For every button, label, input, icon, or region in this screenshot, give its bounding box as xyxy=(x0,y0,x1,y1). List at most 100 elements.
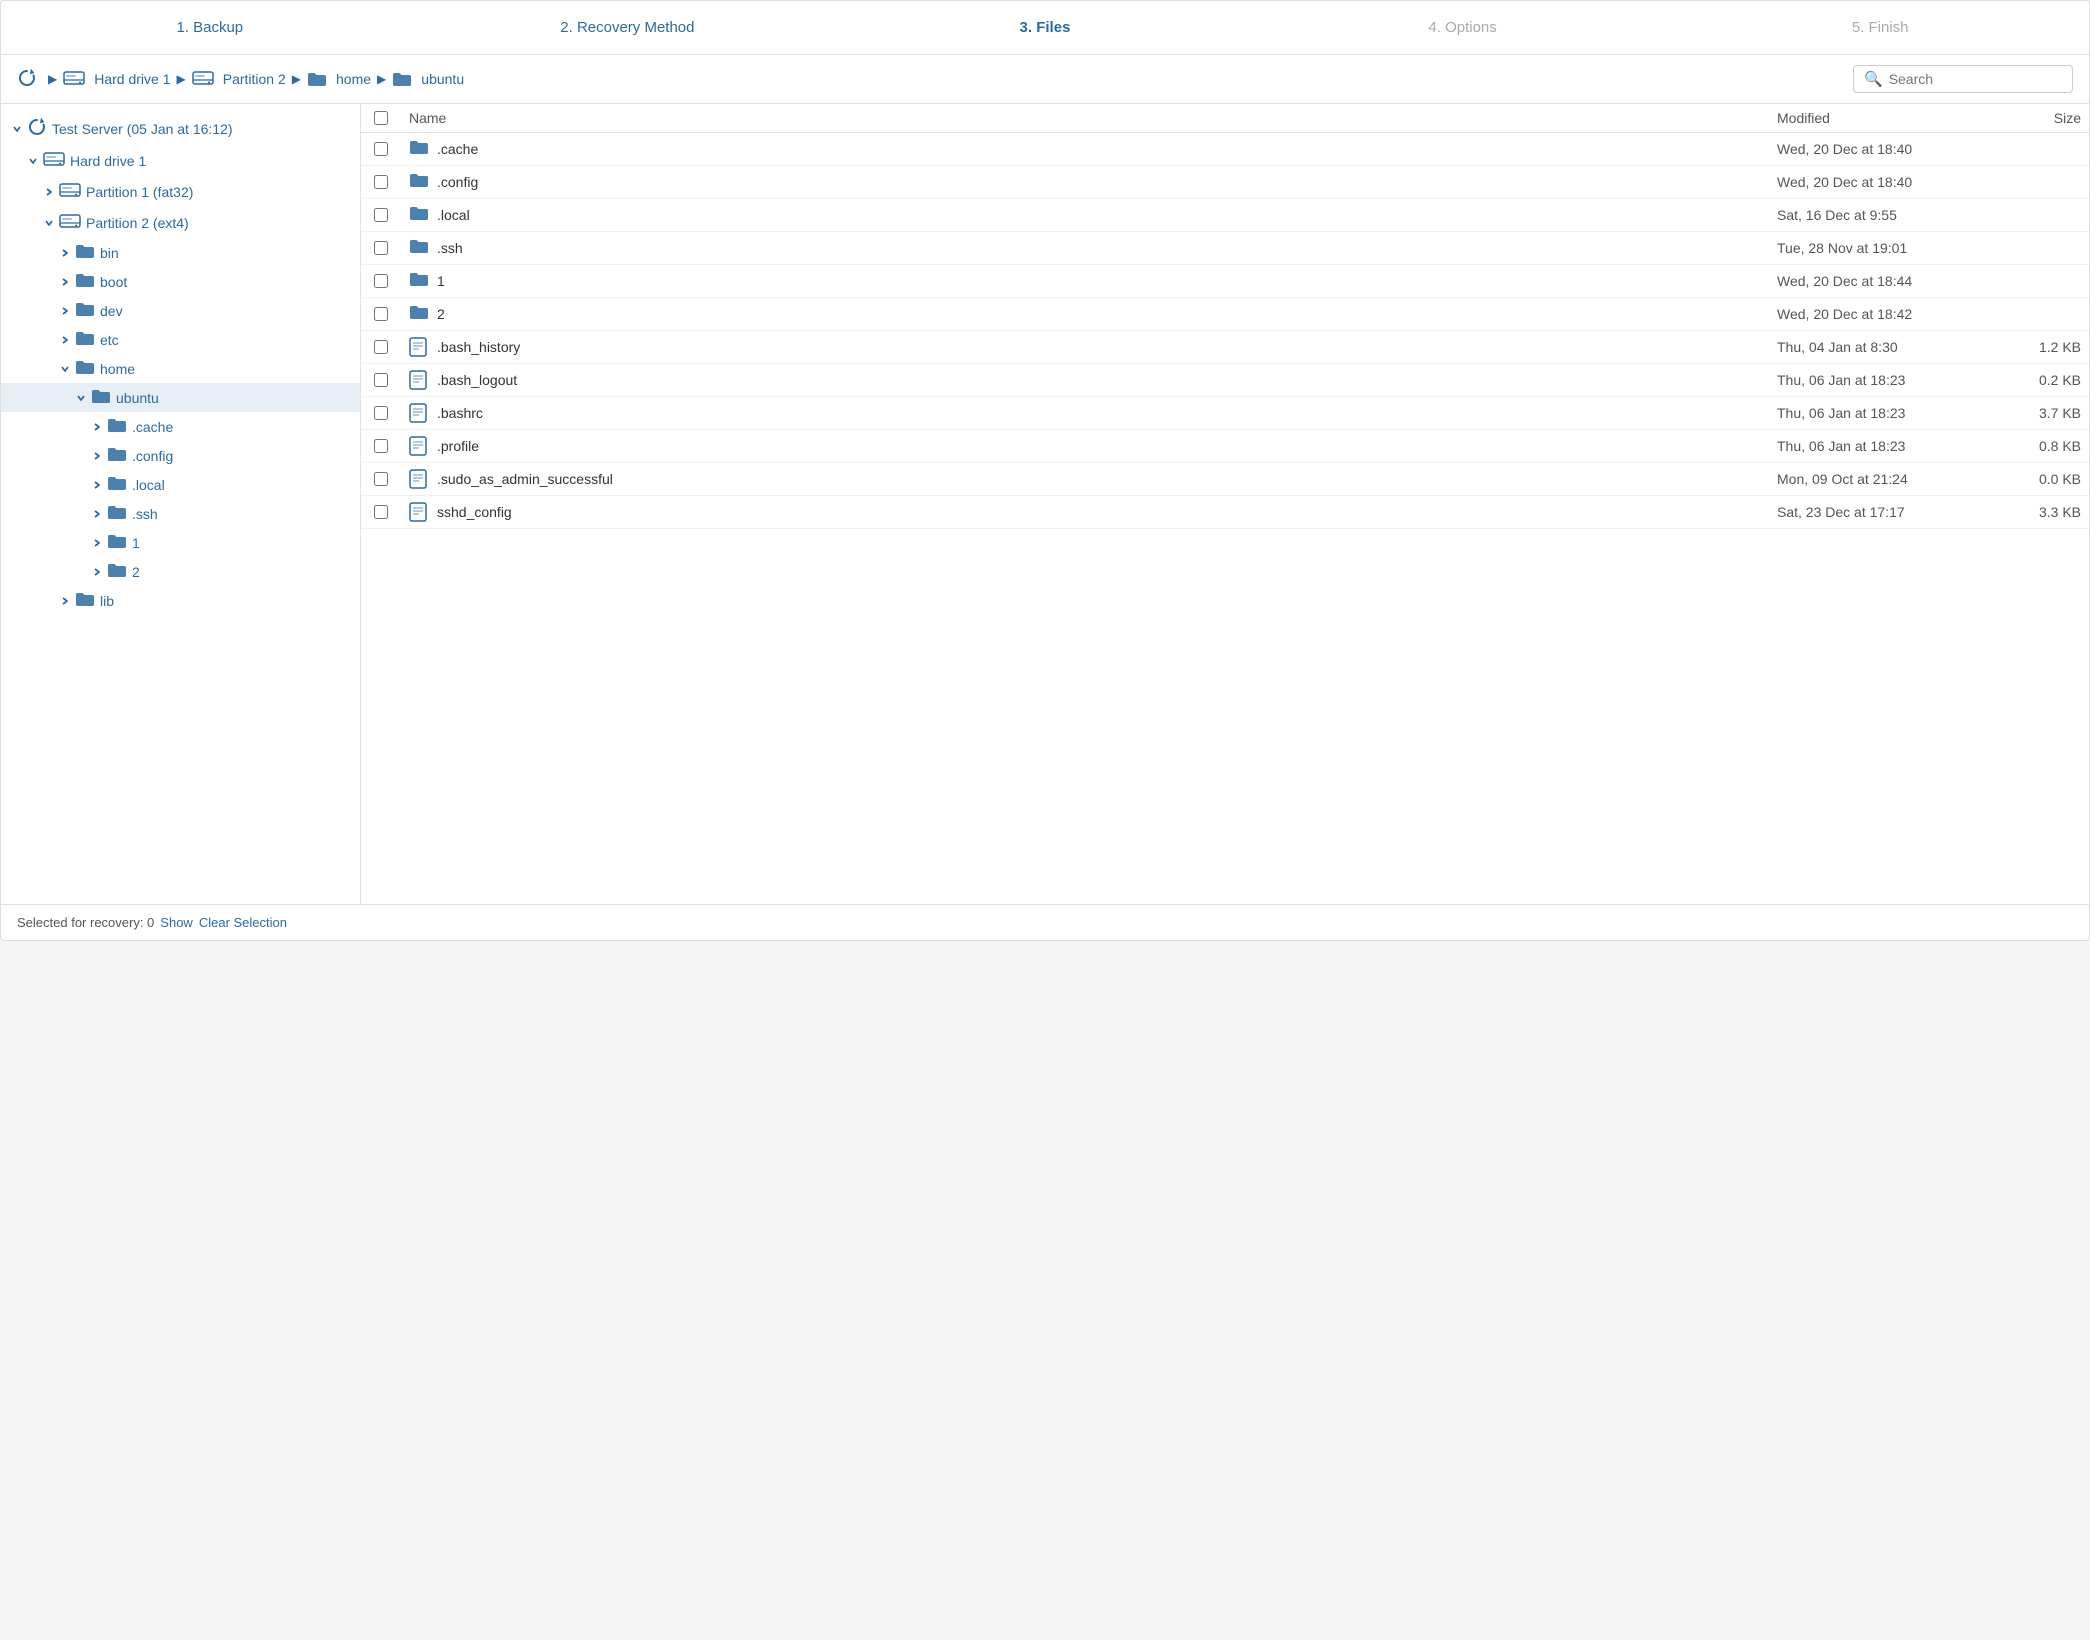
file-check-f8[interactable] xyxy=(361,373,401,387)
tree-toggle-bin[interactable] xyxy=(57,245,73,261)
file-check-f12[interactable] xyxy=(361,505,401,519)
file-check-f4[interactable] xyxy=(361,241,401,255)
search-input[interactable] xyxy=(1889,71,2062,87)
file-name-f4[interactable]: .ssh xyxy=(401,238,1769,258)
tree-toggle-etc[interactable] xyxy=(57,332,73,348)
tree-label-lib: lib xyxy=(100,593,114,609)
breadcrumb-partition-2[interactable]: Partition 2 xyxy=(192,69,286,90)
wizard-step-recovery-method[interactable]: 2. Recovery Method xyxy=(419,1,837,54)
sidebar-item-bin[interactable]: bin xyxy=(1,238,360,267)
tree-toggle-cache-sub[interactable] xyxy=(89,419,105,435)
tree-toggle-dev[interactable] xyxy=(57,303,73,319)
checkbox-f12[interactable] xyxy=(374,505,388,519)
sidebar-item-dev[interactable]: dev xyxy=(1,296,360,325)
sidebar-item-hd1[interactable]: Hard drive 1 xyxy=(1,145,360,176)
file-name-f6[interactable]: 2 xyxy=(401,304,1769,324)
tree-toggle-part2[interactable] xyxy=(41,215,57,231)
file-name-f5[interactable]: 1 xyxy=(401,271,1769,291)
checkbox-f9[interactable] xyxy=(374,406,388,420)
folder-icon-lib xyxy=(75,591,95,610)
sidebar-item-cache-sub[interactable]: .cache xyxy=(1,412,360,441)
tree-toggle-1-sub[interactable] xyxy=(89,535,105,551)
sidebar-item-2-sub[interactable]: 2 xyxy=(1,557,360,586)
checkbox-f5[interactable] xyxy=(374,274,388,288)
file-row-f11: .sudo_as_admin_successfulMon, 09 Oct at … xyxy=(361,463,2089,496)
file-check-f3[interactable] xyxy=(361,208,401,222)
search-box[interactable]: 🔍 xyxy=(1853,65,2073,93)
sidebar-item-local-sub[interactable]: .local xyxy=(1,470,360,499)
file-name-f8[interactable]: .bash_logout xyxy=(401,370,1769,390)
checkbox-f1[interactable] xyxy=(374,142,388,156)
file-size-f8: 0.2 KB xyxy=(1989,372,2089,388)
file-check-f5[interactable] xyxy=(361,274,401,288)
sidebar-item-server[interactable]: Test Server (05 Jan at 16:12) xyxy=(1,112,360,145)
checkbox-f8[interactable] xyxy=(374,373,388,387)
breadcrumb-hard-drive-1[interactable]: Hard drive 1 xyxy=(63,69,170,90)
sidebar-item-ssh-sub[interactable]: .ssh xyxy=(1,499,360,528)
tree-toggle-lib[interactable] xyxy=(57,593,73,609)
file-check-f11[interactable] xyxy=(361,472,401,486)
wizard-step-files[interactable]: 3. Files xyxy=(836,1,1254,54)
wizard-step-finish[interactable]: 5. Finish xyxy=(1671,1,2089,54)
breadcrumb-ubuntu[interactable]: ubuntu xyxy=(392,71,464,87)
tree-toggle-2-sub[interactable] xyxy=(89,564,105,580)
breadcrumb-root[interactable] xyxy=(17,68,42,91)
sidebar-item-config-sub[interactable]: .config xyxy=(1,441,360,470)
sidebar-item-boot[interactable]: boot xyxy=(1,267,360,296)
file-modified-f6: Wed, 20 Dec at 18:42 xyxy=(1769,306,1989,322)
file-name-f7[interactable]: .bash_history xyxy=(401,337,1769,357)
show-link[interactable]: Show xyxy=(160,915,193,930)
sidebar-item-home[interactable]: home xyxy=(1,354,360,383)
breadcrumb-home[interactable]: home xyxy=(307,71,371,87)
tree-label-2-sub: 2 xyxy=(132,564,140,580)
sidebar-item-etc[interactable]: etc xyxy=(1,325,360,354)
checkbox-f11[interactable] xyxy=(374,472,388,486)
file-name-f12[interactable]: sshd_config xyxy=(401,502,1769,522)
file-check-f10[interactable] xyxy=(361,439,401,453)
sidebar-item-lib[interactable]: lib xyxy=(1,586,360,615)
file-modified-f10: Thu, 06 Jan at 18:23 xyxy=(1769,438,1989,454)
wizard-step-backup[interactable]: 1. Backup xyxy=(1,1,419,54)
wizard-step-options[interactable]: 4. Options xyxy=(1254,1,1672,54)
file-name-f2[interactable]: .config xyxy=(401,172,1769,192)
checkbox-f10[interactable] xyxy=(374,439,388,453)
folder-icon-f6 xyxy=(409,304,429,324)
file-check-f6[interactable] xyxy=(361,307,401,321)
breadcrumb-label-2: home xyxy=(336,71,371,87)
file-check-f2[interactable] xyxy=(361,175,401,189)
checkbox-f6[interactable] xyxy=(374,307,388,321)
sidebar-item-part2[interactable]: Partition 2 (ext4) xyxy=(1,207,360,238)
tree-toggle-boot[interactable] xyxy=(57,274,73,290)
file-check-f1[interactable] xyxy=(361,142,401,156)
file-modified-f1: Wed, 20 Dec at 18:40 xyxy=(1769,141,1989,157)
tree-toggle-part1[interactable] xyxy=(41,184,57,200)
search-icon: 🔍 xyxy=(1864,70,1883,88)
checkbox-f2[interactable] xyxy=(374,175,388,189)
tree-toggle-home[interactable] xyxy=(57,361,73,377)
tree-label-bin: bin xyxy=(100,245,119,261)
tree-toggle-server[interactable] xyxy=(9,121,25,137)
drive-icon-hd1 xyxy=(43,150,65,171)
clear-selection-link[interactable]: Clear Selection xyxy=(199,915,287,930)
file-name-f10[interactable]: .profile xyxy=(401,436,1769,456)
tree-toggle-hd1[interactable] xyxy=(25,153,41,169)
tree-toggle-ubuntu[interactable] xyxy=(73,390,89,406)
tree-toggle-local-sub[interactable] xyxy=(89,477,105,493)
sidebar-item-1-sub[interactable]: 1 xyxy=(1,528,360,557)
file-name-f1[interactable]: .cache xyxy=(401,139,1769,159)
file-name-f3[interactable]: .local xyxy=(401,205,1769,225)
file-name-f11[interactable]: .sudo_as_admin_successful xyxy=(401,469,1769,489)
tree-toggle-ssh-sub[interactable] xyxy=(89,506,105,522)
tree-label-part1: Partition 1 (fat32) xyxy=(86,184,193,200)
select-all-checkbox[interactable] xyxy=(374,111,388,125)
file-name-f9[interactable]: .bashrc xyxy=(401,403,1769,423)
checkbox-f7[interactable] xyxy=(374,340,388,354)
tree-toggle-config-sub[interactable] xyxy=(89,448,105,464)
sidebar-item-part1[interactable]: Partition 1 (fat32) xyxy=(1,176,360,207)
file-check-f9[interactable] xyxy=(361,406,401,420)
checkbox-f3[interactable] xyxy=(374,208,388,222)
file-check-f7[interactable] xyxy=(361,340,401,354)
checkbox-f4[interactable] xyxy=(374,241,388,255)
sidebar-item-ubuntu[interactable]: ubuntu xyxy=(1,383,360,412)
header-check-col xyxy=(361,110,401,126)
